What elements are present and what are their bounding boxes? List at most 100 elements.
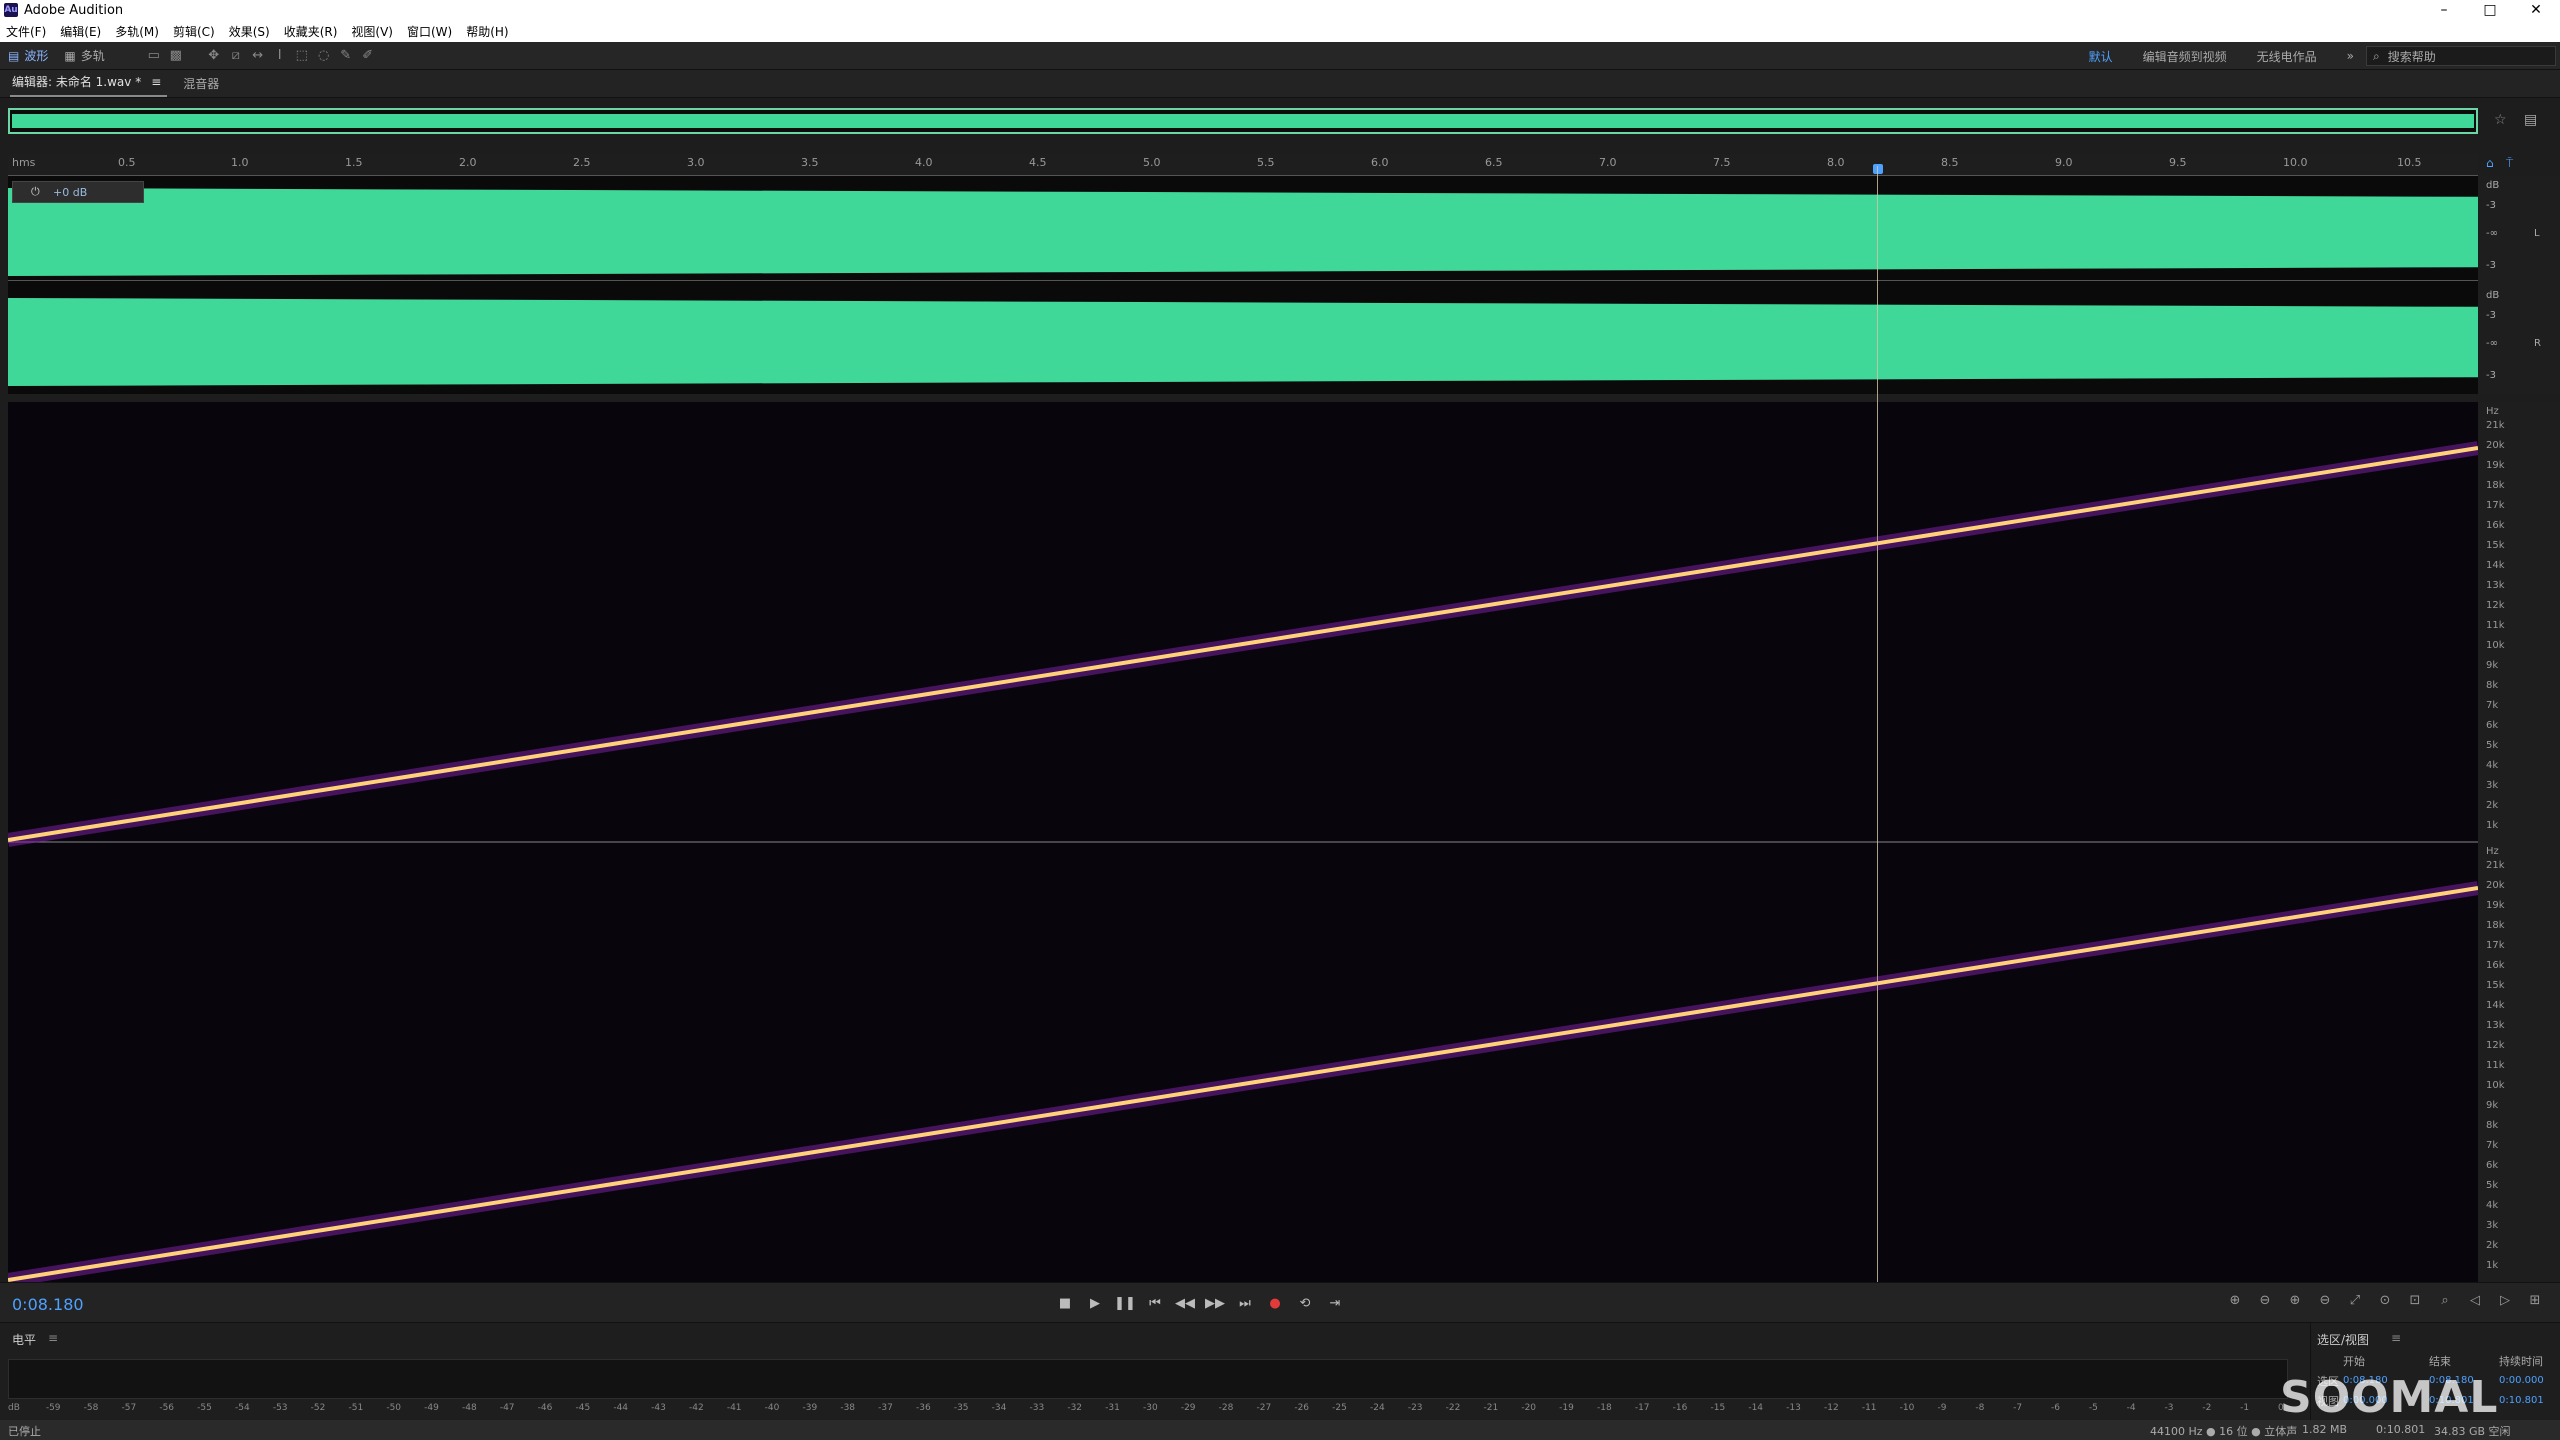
go-to-start-button[interactable]: ⏮ (1140, 1293, 1170, 1313)
time-selection-tool-icon[interactable]: I (269, 46, 291, 66)
menu-clip[interactable]: 剪辑(C) (173, 23, 215, 40)
zoom-out-amplitude-icon[interactable]: ⊖ (2250, 1293, 2280, 1308)
spectral-display-icon[interactable]: ▩ (165, 46, 187, 66)
workspace-default[interactable]: 默认 (2089, 48, 2113, 65)
more-workspaces-icon[interactable]: » (2347, 49, 2354, 63)
stop-button[interactable]: ■ (1050, 1293, 1080, 1313)
play-button[interactable]: ▶ (1080, 1293, 1110, 1313)
meter-scale-label: -26 (1294, 1403, 1310, 1413)
zoom-full-icon[interactable]: ⤢ (2340, 1293, 2370, 1308)
meter-scale-label: -39 (802, 1403, 818, 1413)
playhead-handle[interactable] (1873, 164, 1883, 174)
workspace-radio[interactable]: 无线电作品 (2257, 48, 2317, 65)
menu-favorites[interactable]: 收藏夹(R) (284, 23, 338, 40)
menu-window[interactable]: 窗口(W) (407, 23, 452, 40)
zoom-in-amplitude-icon[interactable]: ⊕ (2220, 1293, 2250, 1308)
ruler-tick: 6.5 (1485, 156, 1503, 169)
transport-bar: 0:08.180 ■ ▶ ❚❚ ⏮ ◀◀ ▶▶ ⏭ ● ⟲ ⇥ ⊕ ⊖ ⊕ ⊖ … (0, 1282, 2560, 1322)
move-tool-icon[interactable]: ✥ (203, 46, 225, 66)
minimize-button[interactable]: – (2424, 0, 2464, 20)
spot-healing-tool-icon[interactable]: ✐ (357, 46, 379, 66)
freq-label: 1k (2486, 1260, 2499, 1271)
record-button[interactable]: ● (1260, 1293, 1290, 1313)
slip-tool-icon[interactable]: ↔ (247, 46, 269, 66)
menu-effects[interactable]: 效果(S) (229, 23, 270, 40)
menu-bar: 文件(F) 编辑(E) 多轨(M) 剪辑(C) 效果(S) 收藏夹(R) 视图(… (0, 20, 2560, 42)
meter-scale-label: -46 (537, 1403, 553, 1413)
fast-forward-button[interactable]: ▶▶ (1200, 1293, 1230, 1313)
workspace-edit-video[interactable]: 编辑音频到视频 (2143, 48, 2227, 65)
tab-editor[interactable]: 编辑器: 未命名 1.wav * ≡ (10, 73, 168, 97)
frequency-ruler: Hz 21k 20k 19k 18k 17k 16k 15k 14k 13k 12k 11k 10k 9k… (2478, 402, 2560, 1282)
time-ruler[interactable]: hms 0.5 1.0 1.5 2.0 2.5 3.0 3.5 4.0 4.5 … (8, 154, 2478, 176)
freq-label: 14k (2486, 560, 2505, 571)
brush-tool-icon[interactable]: ✎ (335, 46, 357, 66)
zoom-lock-icon[interactable]: ⌂ (2486, 156, 2494, 170)
channel-right-label[interactable]: R (2534, 338, 2541, 349)
meter-scale-label: -18 (1597, 1403, 1612, 1413)
freq-label: 21k (2486, 420, 2505, 431)
zoom-to-selection-icon[interactable]: ⊞ (2520, 1293, 2550, 1308)
loop-button[interactable]: ⟲ (1290, 1293, 1320, 1313)
view-duration-field[interactable]: 0:10.801 (2499, 1395, 2544, 1406)
amp-unit: dB (2486, 180, 2500, 191)
sweep-line-left (8, 446, 2478, 842)
menu-help[interactable]: 帮助(H) (466, 23, 508, 40)
panel-menu-icon[interactable]: ≡ (151, 75, 161, 89)
freq-label: 1k (2486, 820, 2499, 831)
zoom-in-point-icon[interactable]: ⊙ (2370, 1293, 2400, 1308)
freq-label: 20k (2486, 440, 2505, 451)
freq-label: 10k (2486, 640, 2505, 651)
overview-navigator[interactable] (8, 108, 2478, 134)
ruler-tick: 8.5 (1941, 156, 1959, 169)
multitrack-view-button[interactable]: ▦ 多轨 (56, 46, 112, 66)
lasso-tool-icon[interactable]: ◌ (313, 46, 335, 66)
zoom-out-time-icon[interactable]: ⊖ (2310, 1293, 2340, 1308)
panel-menu-icon[interactable]: ≡ (2391, 1331, 2401, 1345)
spectral-frequency-display[interactable] (8, 402, 2478, 1282)
freq-label: 11k (2486, 1060, 2505, 1071)
close-button[interactable]: ✕ (2516, 0, 2556, 20)
rewind-button[interactable]: ◀◀ (1170, 1293, 1200, 1313)
waveform-view-button[interactable]: ▤ 波形 (0, 46, 56, 66)
waveform-display-icon[interactable]: ▭ (143, 46, 165, 66)
ruler-tick: 5.5 (1257, 156, 1275, 169)
marquee-tool-icon[interactable]: ⬚ (291, 46, 313, 66)
selection-duration-field[interactable]: 0:00.000 (2499, 1375, 2544, 1386)
zoom-in-left-icon[interactable]: ◁ (2460, 1293, 2490, 1308)
razor-tool-icon[interactable]: ⧄ (225, 46, 247, 66)
meter-scale-label: -5 (2088, 1403, 2098, 1413)
overview-menu-icon[interactable]: ▤ (2524, 112, 2537, 128)
ruler-tick: 2.0 (459, 156, 477, 169)
amp-label: -3 (2486, 370, 2496, 381)
waveform-display[interactable] (8, 176, 2478, 394)
zoom-star-icon[interactable]: ☆ (2494, 112, 2507, 128)
panel-menu-icon[interactable]: ≡ (48, 1331, 58, 1345)
pin-icon[interactable]: ⍑ (2506, 156, 2513, 171)
ruler-tick: 5.0 (1143, 156, 1161, 169)
skip-selection-button[interactable]: ⇥ (1320, 1293, 1350, 1313)
zoom-out-full-icon[interactable]: ⊡ (2400, 1293, 2430, 1308)
gain-hud[interactable]: ⏻ +0 dB (12, 181, 144, 203)
menu-multitrack[interactable]: 多轨(M) (115, 23, 159, 40)
timecode-display[interactable]: 0:08.180 (12, 1295, 84, 1314)
meter-scale-label: -16 (1672, 1403, 1688, 1413)
go-to-end-button[interactable]: ⏭ (1230, 1293, 1260, 1313)
zoom-in-time-icon[interactable]: ⊕ (2280, 1293, 2310, 1308)
zoom-selection-icon[interactable]: ⌕ (2430, 1293, 2460, 1308)
ruler-tick: 10.5 (2397, 156, 2422, 169)
tab-mixer[interactable]: 混音器 (181, 75, 225, 97)
channel-left-label[interactable]: L (2534, 228, 2540, 239)
menu-edit[interactable]: 编辑(E) (60, 23, 101, 40)
zoom-in-right-icon[interactable]: ▷ (2490, 1293, 2520, 1308)
menu-file[interactable]: 文件(F) (6, 23, 46, 40)
end-col-label: 结束 (2429, 1355, 2451, 1368)
level-meter-scale: dB -59 -58 -57 -56 -55 -54 -53 -52 -51 -50 -49 -48 -4… (8, 1403, 2288, 1417)
status-bar: 已停止 44100 Hz ● 16 位 ● 立体声 1.82 MB 0:10.8… (0, 1420, 2560, 1440)
playhead-line[interactable] (1877, 166, 1878, 1282)
menu-view[interactable]: 视图(V) (351, 23, 393, 40)
amp-label: -∞ (2486, 228, 2498, 239)
pause-button[interactable]: ❚❚ (1110, 1293, 1140, 1313)
help-search-input[interactable]: ⌕ 搜索帮助 (2366, 46, 2556, 66)
maximize-button[interactable]: □ (2470, 0, 2510, 20)
